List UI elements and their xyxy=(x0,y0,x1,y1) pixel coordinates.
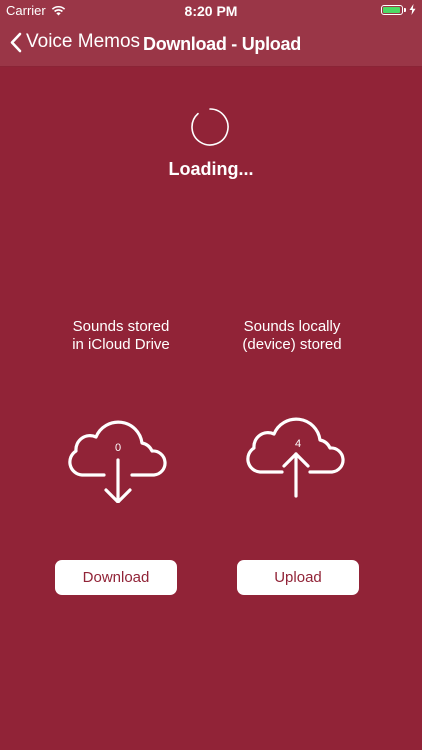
upload-button[interactable]: Upload xyxy=(237,560,359,595)
chevron-left-icon xyxy=(10,32,22,52)
back-button[interactable]: Voice Memos xyxy=(10,31,140,53)
download-description: Sounds stored in iCloud Drive xyxy=(31,318,211,354)
download-count: 0 xyxy=(114,442,122,454)
loading-text: Loading... xyxy=(168,159,254,179)
page-title: Download - Upload xyxy=(143,34,301,54)
status-bar: Carrier 8:20 PM xyxy=(0,0,422,22)
download-label-line2: in iCloud Drive xyxy=(72,336,170,353)
cloud-upload-icon xyxy=(246,417,345,498)
charging-bolt-icon xyxy=(409,4,416,15)
status-time: 8:20 PM xyxy=(184,3,238,19)
upload-label-line2: (device) stored xyxy=(242,336,342,353)
loading-spinner-icon xyxy=(191,108,229,146)
back-label: Voice Memos xyxy=(26,31,141,52)
battery-area xyxy=(381,4,416,15)
cloud-download-icon xyxy=(68,420,167,503)
upload-label-line1: Sounds locally xyxy=(243,318,341,335)
upload-count: 4 xyxy=(294,438,302,450)
upload-description: Sounds locally (device) stored xyxy=(202,318,382,354)
navigation-bar: Voice Memos Download - Upload xyxy=(0,22,422,67)
download-button[interactable]: Download xyxy=(55,560,177,595)
download-label-line1: Sounds stored xyxy=(72,318,170,335)
battery-icon xyxy=(381,4,403,15)
